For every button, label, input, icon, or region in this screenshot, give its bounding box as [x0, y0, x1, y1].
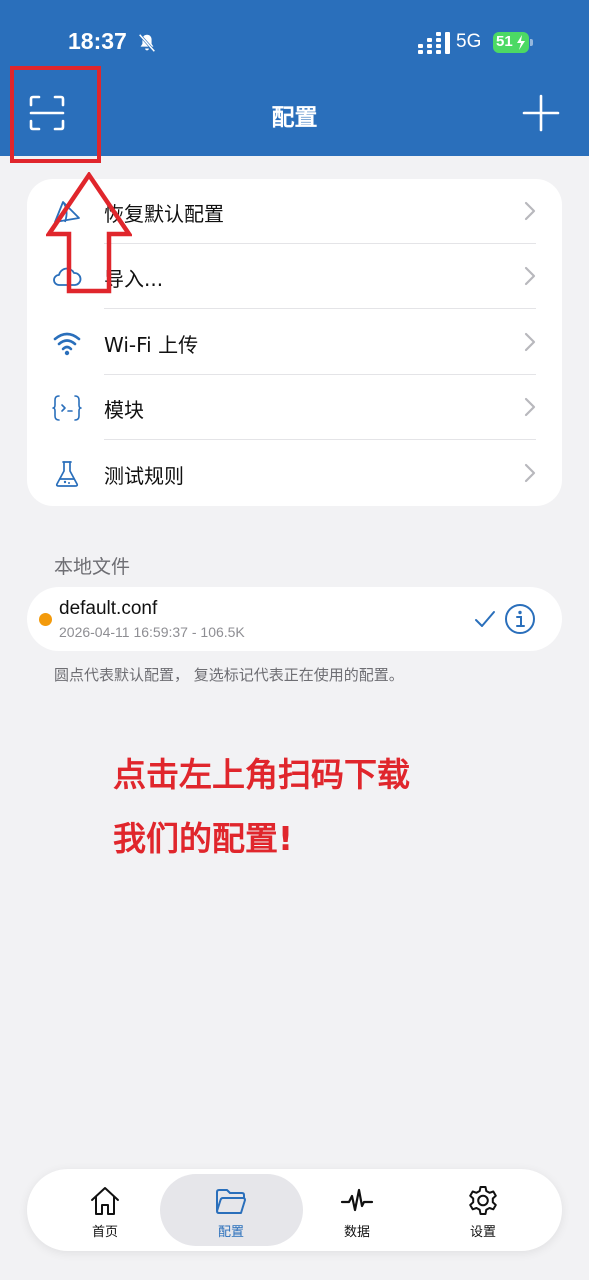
info-button[interactable] — [504, 603, 536, 635]
file-row-default-conf[interactable]: default.conf 2026-04-11 16:59:37 - 106.5… — [27, 587, 562, 651]
module-braces-icon — [52, 395, 82, 421]
bottom-tab-bar: 首页 配置 数据 设置 — [27, 1169, 562, 1251]
signal-icon — [418, 32, 450, 54]
checkmark-icon — [475, 611, 495, 627]
default-config-dot — [39, 613, 52, 626]
scan-highlight-box — [10, 66, 101, 163]
file-name: default.conf — [59, 598, 158, 619]
battery-indicator: 51 — [493, 32, 533, 53]
status-time: 18:37 — [68, 28, 127, 54]
network-type: 5G — [456, 31, 482, 52]
menu-item-label: 测试规则 — [104, 464, 184, 488]
tab-label: 数据 — [343, 1225, 370, 1240]
chevron-right-icon — [524, 332, 536, 352]
tab-label: 首页 — [91, 1225, 118, 1240]
menu-item-wifi-upload[interactable]: Wi-Fi 上传 — [27, 310, 562, 375]
folder-icon — [216, 1189, 246, 1214]
tab-data[interactable]: 数据 — [290, 1169, 424, 1251]
up-arrow-annotation — [46, 172, 132, 294]
annotation-line-2: 我们的配置! — [113, 819, 294, 858]
bell-muted-icon — [138, 33, 156, 53]
local-files-heading: 本地文件 — [54, 556, 131, 578]
menu-item-test-rules[interactable]: 测试规则 — [27, 441, 562, 506]
activity-icon — [340, 1188, 374, 1212]
chevron-right-icon — [524, 397, 536, 417]
file-meta: 2026-04-11 16:59:37 - 106.5K — [59, 624, 245, 640]
menu-item-label: 模块 — [104, 398, 144, 422]
home-icon — [91, 1187, 119, 1215]
flask-icon — [55, 461, 79, 487]
wifi-icon — [53, 332, 81, 356]
tab-label: 配置 — [217, 1225, 244, 1240]
add-button[interactable] — [522, 94, 560, 132]
battery-level: 51 — [496, 33, 513, 50]
gear-icon — [469, 1186, 497, 1215]
tab-home[interactable]: 首页 — [38, 1169, 172, 1251]
chevron-right-icon — [524, 463, 536, 483]
annotation-line-1: 点击左上角扫码下载 — [113, 755, 410, 794]
tab-config[interactable]: 配置 — [164, 1169, 298, 1251]
menu-item-label: Wi-Fi 上传 — [104, 333, 199, 357]
tab-settings[interactable]: 设置 — [416, 1169, 550, 1251]
tab-label: 设置 — [469, 1225, 496, 1240]
charging-bolt-icon — [517, 35, 525, 50]
menu-item-modules[interactable]: 模块 — [27, 375, 562, 440]
chevron-right-icon — [524, 266, 536, 286]
file-legend-note: 圆点代表默认配置， 复选标记代表正在使用的配置。 — [54, 666, 404, 684]
chevron-right-icon — [524, 201, 536, 221]
